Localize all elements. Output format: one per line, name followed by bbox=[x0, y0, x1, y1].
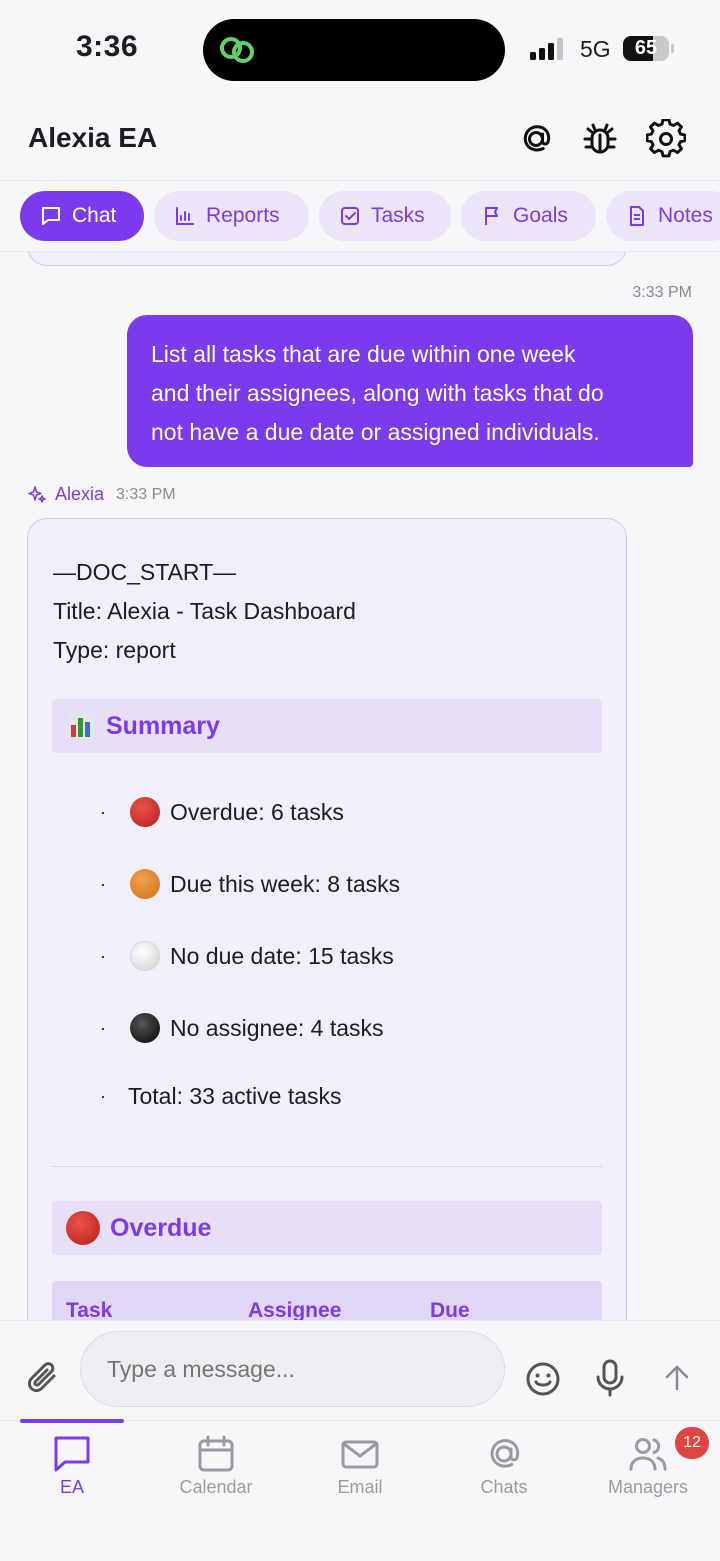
summary-value: 8 tasks bbox=[327, 870, 401, 897]
sparkle-icon bbox=[28, 485, 46, 503]
column-header: Due bbox=[430, 1299, 470, 1320]
tab-chat[interactable]: Chat bbox=[20, 191, 144, 241]
link-icon bbox=[220, 37, 254, 63]
microphone-icon[interactable] bbox=[590, 1357, 630, 1399]
summary-value: 4 tasks bbox=[310, 1014, 384, 1041]
doc-line: Type: report bbox=[53, 637, 176, 663]
message-line: List all tasks that are due within one w… bbox=[151, 341, 576, 367]
summary-item: · Due this week: 8 tasks bbox=[100, 867, 400, 901]
summary-label: Total: bbox=[128, 1083, 183, 1109]
dynamic-island bbox=[203, 19, 505, 81]
chat-bubble-icon bbox=[54, 1436, 90, 1472]
nav-ea[interactable]: EA bbox=[12, 1433, 132, 1498]
table-header-row: Task Assignee Due bbox=[52, 1281, 602, 1320]
composer-bar bbox=[0, 1320, 720, 1420]
page-title: Alexia EA bbox=[28, 122, 158, 153]
tab-label: Chat bbox=[72, 204, 117, 227]
summary-value: 15 tasks bbox=[308, 942, 394, 969]
black-circle-icon bbox=[128, 1011, 162, 1045]
nav-label: EA bbox=[59, 1477, 84, 1497]
tab-label: Notes bbox=[658, 204, 713, 227]
assistant-message-header: Alexia 3:33 PM bbox=[27, 484, 176, 505]
tab-label: Reports bbox=[206, 204, 280, 227]
emoji-icon[interactable] bbox=[523, 1359, 563, 1399]
doc-line: —DOC_START— bbox=[53, 559, 237, 585]
message-line: not have a due date or assigned individu… bbox=[151, 419, 600, 445]
tab-bar: Chat Reports Tasks Goals Notes bbox=[0, 180, 720, 252]
bar-chart-emoji-icon bbox=[68, 713, 94, 739]
document-icon bbox=[630, 206, 644, 226]
tab-label: Goals bbox=[513, 204, 568, 227]
signal-icon bbox=[530, 38, 563, 60]
active-tab-indicator bbox=[20, 1419, 124, 1423]
tab-label: Tasks bbox=[371, 204, 425, 227]
gear-icon[interactable] bbox=[646, 119, 686, 159]
mail-icon bbox=[341, 1440, 379, 1469]
users-icon bbox=[629, 1438, 667, 1471]
nav-chats[interactable]: Chats bbox=[444, 1433, 564, 1498]
assistant-message-bubble: —DOC_START— Title: Alexia - Task Dashboa… bbox=[27, 518, 627, 1320]
nav-email[interactable]: Email bbox=[300, 1433, 420, 1498]
white-circle-icon bbox=[128, 939, 162, 973]
previous-message-bubble bbox=[27, 252, 627, 266]
summary-item: · No due date: 15 tasks bbox=[100, 939, 394, 973]
summary-label: No due date: bbox=[170, 942, 302, 969]
send-arrow-icon[interactable] bbox=[658, 1359, 696, 1397]
bottom-navigation: EA Calendar Email Chats Managers 12 bbox=[0, 1419, 720, 1561]
checkbox-icon bbox=[341, 207, 359, 225]
summary-label: No assignee: bbox=[170, 1014, 305, 1041]
section-divider bbox=[52, 1166, 602, 1167]
bug-icon[interactable] bbox=[580, 119, 620, 159]
overdue-section-heading: Overdue bbox=[52, 1201, 602, 1255]
notification-badge: 12 bbox=[675, 1427, 709, 1459]
bar-chart-icon bbox=[176, 207, 194, 225]
tab-goals[interactable]: Goals bbox=[461, 191, 596, 241]
tab-reports[interactable]: Reports bbox=[154, 191, 309, 241]
red-circle-icon bbox=[66, 1211, 100, 1245]
nav-label: Managers bbox=[607, 1477, 689, 1497]
summary-section-heading: Summary bbox=[52, 699, 602, 753]
network-type: 5G bbox=[580, 36, 611, 62]
battery-level: 65 bbox=[634, 37, 658, 59]
section-title: Summary bbox=[106, 711, 220, 740]
summary-value: 33 active tasks bbox=[189, 1083, 342, 1109]
flag-icon bbox=[485, 207, 498, 225]
tab-tasks[interactable]: Tasks bbox=[319, 191, 451, 241]
user-message-bubble: List all tasks that are due within one w… bbox=[127, 315, 693, 467]
orange-circle-icon bbox=[128, 867, 162, 901]
message-timestamp: 3:33 PM bbox=[632, 284, 692, 301]
nav-label: Calendar bbox=[179, 1477, 253, 1497]
message-input[interactable] bbox=[80, 1331, 505, 1407]
status-time: 3:36 bbox=[76, 30, 139, 63]
summary-value: 6 tasks bbox=[271, 798, 344, 825]
summary-item: · Total: 33 active tasks bbox=[100, 1083, 342, 1109]
section-title: Overdue bbox=[110, 1213, 212, 1242]
nav-calendar[interactable]: Calendar bbox=[156, 1433, 276, 1498]
doc-line: Title: Alexia - Task Dashboard bbox=[53, 598, 356, 624]
column-header: Assignee bbox=[248, 1299, 342, 1320]
assistant-name: Alexia bbox=[55, 484, 105, 504]
message-timestamp: 3:33 PM bbox=[116, 485, 176, 503]
battery-icon: 65 bbox=[623, 36, 669, 61]
mention-icon[interactable] bbox=[516, 119, 556, 159]
calendar-icon bbox=[198, 1435, 234, 1472]
message-line: and their assignees, along with tasks th… bbox=[151, 380, 604, 406]
nav-label: Chats bbox=[480, 1477, 528, 1497]
battery-tip bbox=[671, 44, 674, 53]
column-header: Task bbox=[66, 1299, 113, 1320]
tab-notes[interactable]: Notes bbox=[606, 191, 720, 241]
summary-label: Overdue: bbox=[170, 798, 265, 825]
summary-item: · Overdue: 6 tasks bbox=[100, 795, 344, 829]
status-bar: 3:36 5G 65 bbox=[0, 0, 720, 100]
summary-item: · No assignee: 4 tasks bbox=[100, 1011, 384, 1045]
at-icon bbox=[490, 1439, 520, 1468]
red-circle-icon bbox=[128, 795, 162, 829]
chat-bubble-icon bbox=[42, 207, 60, 225]
summary-label: Due this week: bbox=[170, 870, 321, 897]
chat-thread[interactable]: 3:33 PM List all tasks that are due with… bbox=[0, 252, 720, 1320]
paperclip-icon[interactable] bbox=[24, 1359, 64, 1399]
nav-label: Email bbox=[337, 1477, 383, 1497]
